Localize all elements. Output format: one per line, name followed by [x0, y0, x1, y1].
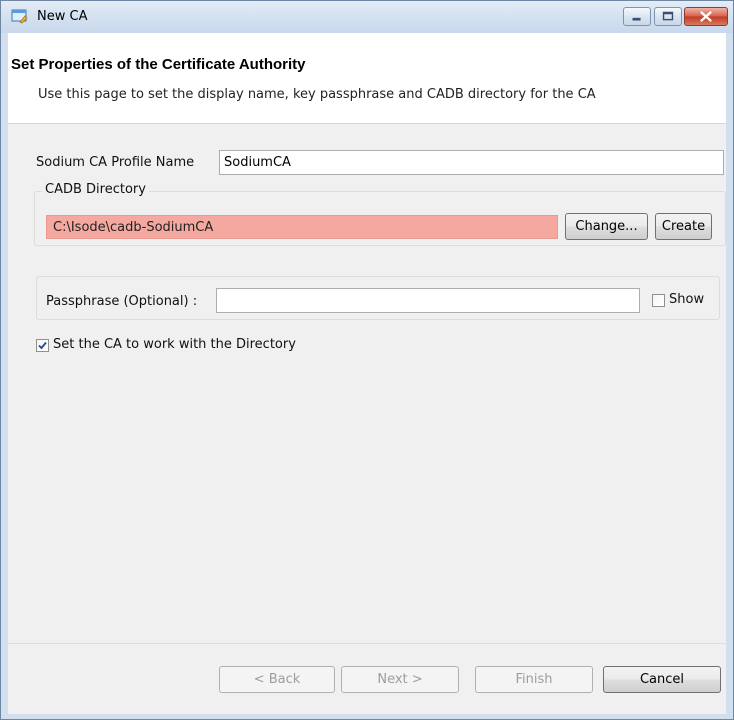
title-bar[interactable]: New CA [1, 1, 733, 33]
show-passphrase-label: Show [669, 292, 705, 307]
profile-name-label: Sodium CA Profile Name [36, 155, 195, 170]
profile-name-input[interactable] [219, 150, 724, 175]
passphrase-label: Passphrase (Optional) : [46, 294, 198, 309]
passphrase-input[interactable] [216, 288, 640, 313]
minimize-button[interactable] [623, 7, 651, 26]
back-button[interactable]: < Back [219, 666, 335, 693]
footer-separator [8, 643, 726, 644]
wizard-header: Set Properties of the Certificate Author… [8, 33, 726, 124]
change-button[interactable]: Change... [565, 213, 648, 240]
page-title: Set Properties of the Certificate Author… [11, 56, 306, 73]
cadb-path-field[interactable]: C:\Isode\cadb-SodiumCA [46, 215, 558, 239]
maximize-icon [662, 11, 674, 21]
dialog-window: New CA Set Properties of the Certificate… [0, 0, 734, 720]
directory-checkbox[interactable] [36, 339, 49, 352]
directory-option-label: Set the CA to work with the Directory [53, 337, 296, 352]
dialog-client-area: Set Properties of the Certificate Author… [8, 33, 726, 714]
new-ca-icon [11, 8, 29, 24]
cadb-directory-label: CADB Directory [42, 182, 149, 197]
minimize-icon [632, 17, 641, 21]
close-icon [700, 11, 712, 22]
close-button[interactable] [684, 7, 728, 26]
next-button[interactable]: Next > [341, 666, 459, 693]
show-passphrase-checkbox[interactable] [652, 294, 665, 307]
cancel-button[interactable]: Cancel [603, 666, 721, 693]
window-title: New CA [37, 9, 88, 24]
checkmark-icon [38, 341, 47, 350]
page-description: Use this page to set the display name, k… [38, 87, 596, 102]
maximize-button[interactable] [654, 7, 682, 26]
create-button[interactable]: Create [655, 213, 712, 240]
finish-button[interactable]: Finish [475, 666, 593, 693]
